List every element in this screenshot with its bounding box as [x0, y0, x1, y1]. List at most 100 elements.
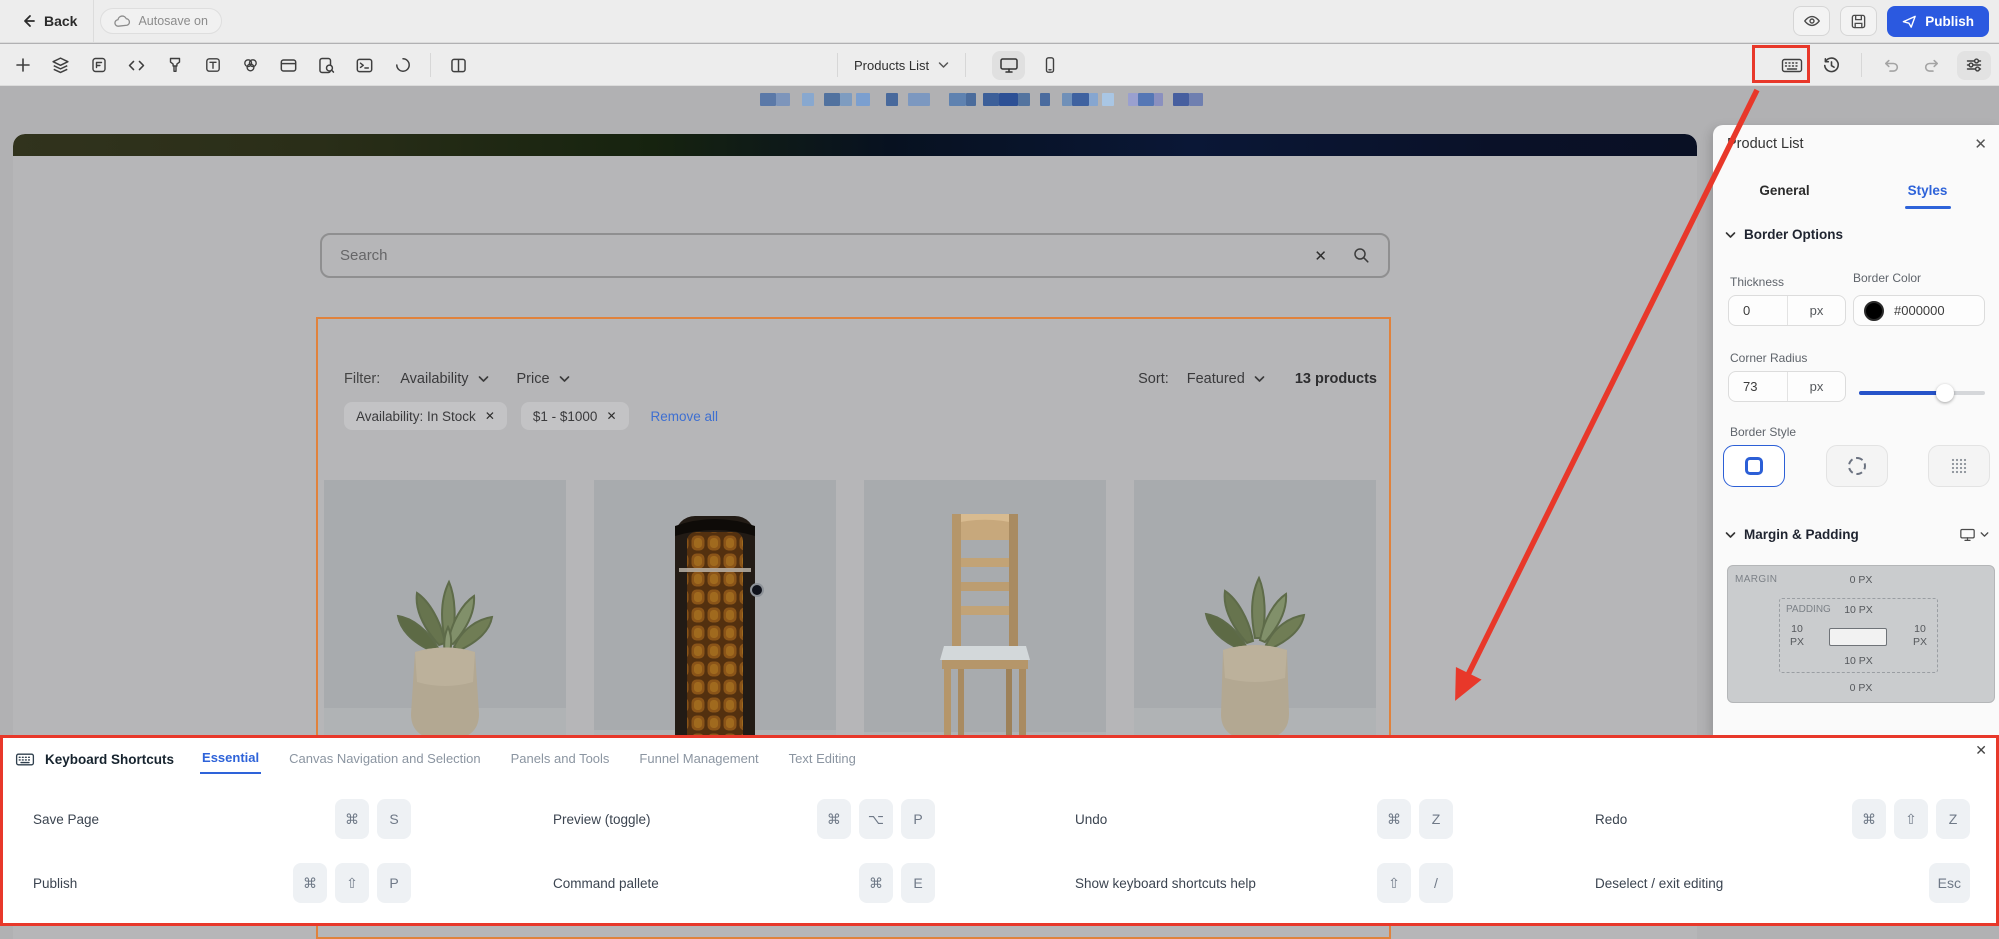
- corner-radius-unit: px: [1788, 379, 1845, 394]
- preview-button[interactable]: [1793, 6, 1830, 36]
- back-arrow-icon: [20, 13, 36, 29]
- border-style-solid-button[interactable]: [1723, 445, 1785, 487]
- border-color-value[interactable]: #000000: [1894, 303, 1945, 318]
- page-selector-dropdown[interactable]: Products List: [842, 52, 961, 79]
- publish-button[interactable]: Publish: [1887, 6, 1989, 37]
- code-button[interactable]: [122, 51, 151, 80]
- minimap-block: [1138, 93, 1154, 106]
- chip-remove-icon[interactable]: ✕: [485, 409, 495, 423]
- add-element-button[interactable]: [8, 51, 37, 80]
- layers-button[interactable]: [46, 51, 75, 80]
- desktop-view-button[interactable]: [992, 51, 1025, 80]
- key-cap: ⌘: [1852, 799, 1886, 839]
- minimap-block: [908, 93, 930, 106]
- panel-close-icon[interactable]: ✕: [1974, 135, 1987, 153]
- hero-banner-image[interactable]: [13, 134, 1697, 156]
- padding-left-value[interactable]: 10PX: [1782, 623, 1812, 649]
- forms-button[interactable]: [84, 51, 113, 80]
- history-button[interactable]: [1817, 51, 1846, 80]
- shortcut-label: Undo: [1075, 812, 1107, 827]
- shortcuts-tab-panels-tools[interactable]: Panels and Tools: [509, 746, 612, 773]
- padding-top-value[interactable]: 10 PX: [1780, 604, 1937, 616]
- chip-remove-icon[interactable]: ✕: [606, 409, 616, 423]
- filter-availability-dropdown[interactable]: Availability: [400, 371, 488, 387]
- minimap-block: [1154, 93, 1163, 106]
- shapes-button[interactable]: [236, 51, 265, 80]
- border-style-dotted-button[interactable]: [1928, 445, 1990, 487]
- thickness-value[interactable]: 0: [1729, 303, 1787, 318]
- margin-top-value[interactable]: 0 PX: [1728, 574, 1994, 586]
- border-options-section-header[interactable]: Border Options: [1725, 227, 1843, 242]
- search-icon[interactable]: [1353, 247, 1370, 264]
- padding-right-value[interactable]: 10PX: [1905, 623, 1935, 649]
- minimap-block: [949, 93, 966, 106]
- settings-panel-button[interactable]: [1957, 51, 1991, 80]
- design-button[interactable]: [160, 51, 189, 80]
- border-color-label: Border Color: [1853, 271, 1921, 285]
- tab-styles[interactable]: Styles: [1856, 173, 1999, 207]
- terminal-button[interactable]: [350, 51, 379, 80]
- chevron-down-icon: [1725, 231, 1736, 239]
- margin-padding-section-header[interactable]: Margin & Padding: [1725, 527, 1989, 542]
- desktop-icon: [1959, 527, 1976, 542]
- shortcuts-tab-essential[interactable]: Essential: [200, 745, 261, 774]
- toolbar-divider: [1861, 53, 1862, 77]
- border-style-dashed-button[interactable]: [1826, 445, 1888, 487]
- window-sections-button[interactable]: [274, 51, 303, 80]
- autosave-indicator[interactable]: Autosave on: [100, 8, 222, 34]
- product-count: 13 products: [1295, 371, 1377, 387]
- remove-all-link[interactable]: Remove all: [651, 409, 719, 424]
- split-view-icon: [449, 56, 468, 75]
- margin-padding-diagram[interactable]: MARGIN 0 PX 0 PX PADDING 10 PX 10 PX 10P…: [1727, 565, 1995, 703]
- key-cap: Z: [1419, 799, 1453, 839]
- chip-price[interactable]: $1 - $1000 ✕: [521, 402, 629, 430]
- loader-button[interactable]: [388, 51, 417, 80]
- filter-price-dropdown[interactable]: Price: [517, 371, 570, 387]
- mobile-view-button[interactable]: [1033, 51, 1066, 80]
- minimap-block: [802, 93, 814, 106]
- minimap-block: [1102, 93, 1114, 106]
- annotation-highlight-box: [1752, 45, 1810, 83]
- chip-availability[interactable]: Availability: In Stock ✕: [344, 402, 507, 430]
- shortcuts-close-icon[interactable]: ✕: [1975, 742, 1987, 759]
- shortcut-label: Command pallete: [553, 876, 659, 891]
- search-clear-icon[interactable]: ✕: [1314, 247, 1327, 265]
- corner-radius-input[interactable]: 73 px: [1728, 371, 1846, 402]
- shortcut-label: Preview (toggle): [553, 812, 651, 827]
- slider-handle[interactable]: [1936, 384, 1954, 402]
- shortcut-row: Preview (toggle) ⌘⌥P: [493, 788, 983, 850]
- shortcuts-tab-text-editing[interactable]: Text Editing: [787, 746, 858, 773]
- color-swatch[interactable]: [1864, 301, 1884, 321]
- tab-general[interactable]: General: [1713, 173, 1856, 207]
- page-search-button[interactable]: [312, 51, 341, 80]
- undo-button[interactable]: [1877, 51, 1906, 80]
- breakpoint-selector[interactable]: [1959, 527, 1989, 542]
- search-input[interactable]: Search ✕: [320, 233, 1390, 278]
- border-color-picker[interactable]: #000000: [1853, 295, 1985, 326]
- text-icon: [204, 56, 222, 74]
- save-button[interactable]: [1840, 6, 1877, 36]
- sort-dropdown[interactable]: Featured: [1187, 371, 1265, 387]
- padding-left-number: 10: [1791, 623, 1803, 635]
- shortcuts-tab-funnel-management[interactable]: Funnel Management: [637, 746, 760, 773]
- minimap-block: [760, 93, 776, 106]
- corner-radius-value[interactable]: 73: [1729, 379, 1787, 394]
- split-view-button[interactable]: [444, 51, 473, 80]
- padding-bottom-value[interactable]: 10 PX: [1780, 655, 1937, 667]
- text-button[interactable]: [198, 51, 227, 80]
- minimap-block: [999, 93, 1018, 106]
- thickness-input[interactable]: 0 px: [1728, 295, 1846, 326]
- filter-label: Filter:: [344, 371, 380, 387]
- minimap-block: [983, 93, 999, 106]
- shapes-icon: [241, 56, 260, 75]
- redo-button[interactable]: [1917, 51, 1946, 80]
- sliders-icon: [1965, 56, 1983, 74]
- shortcut-label: Save Page: [33, 812, 99, 827]
- minimap-block: [1173, 93, 1189, 106]
- back-button[interactable]: Back: [10, 7, 87, 35]
- corner-radius-slider[interactable]: [1859, 383, 1985, 401]
- margin-bottom-value[interactable]: 0 PX: [1728, 682, 1994, 694]
- border-style-options: [1723, 445, 1990, 487]
- shortcut-row: Show keyboard shortcuts help ⇧/: [983, 852, 1473, 914]
- shortcuts-tab-canvas-navigation[interactable]: Canvas Navigation and Selection: [287, 746, 483, 773]
